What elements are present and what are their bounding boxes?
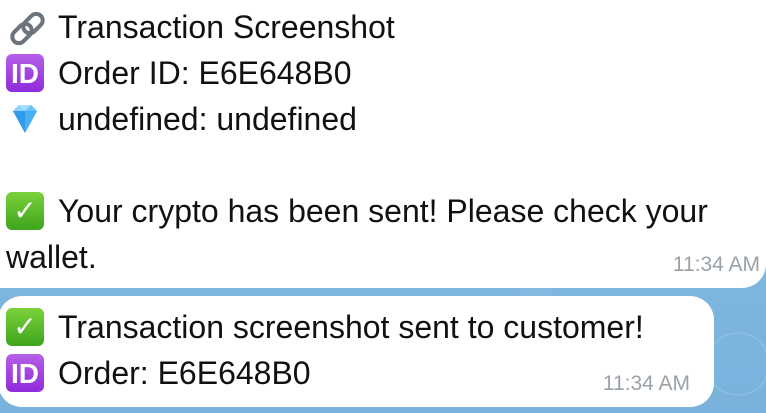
background-pattern <box>706 332 766 396</box>
message-bubble-confirmation[interactable]: ✓ Transaction screenshot sent to custome… <box>0 296 714 407</box>
message-line-order-id: ID Order ID: E6E648B0 <box>6 50 752 96</box>
undefined-value-text: undefined: undefined <box>58 101 357 137</box>
id-badge-icon: ID <box>6 54 44 92</box>
message-bubble-transaction[interactable]: Transaction Screenshot ID Order ID: E6E6… <box>0 0 766 288</box>
crypto-sent-text: Your crypto has been sent! Please check … <box>58 193 708 229</box>
message-title: Transaction Screenshot <box>58 9 395 45</box>
message-line-confirmation: ✓ Transaction screenshot sent to custome… <box>6 304 700 350</box>
message-timestamp: 11:34 AM <box>672 253 760 276</box>
check-icon: ✓ <box>6 308 44 346</box>
order-id-text: Order ID: E6E648B0 <box>58 55 352 91</box>
message-line-title: Transaction Screenshot <box>6 4 752 50</box>
link-icon <box>6 8 44 46</box>
order-text: Order: E6E648B0 <box>58 355 311 391</box>
confirmation-text: Transaction screenshot sent to customer! <box>58 309 644 345</box>
message-body: ✓ Your crypto has been sent! Please chec… <box>6 188 750 280</box>
check-icon: ✓ <box>6 192 44 230</box>
message-line-order: ID Order: E6E648B0 <box>6 350 700 396</box>
message-line-undefined: undefined: undefined <box>6 96 752 142</box>
message-timestamp: 11:34 AM <box>602 372 690 395</box>
message-body-line-1: ✓ Your crypto has been sent! Please chec… <box>6 188 750 234</box>
message-body-line-2: wallet. <box>6 234 750 280</box>
id-badge-icon: ID <box>6 354 44 392</box>
gem-icon <box>6 100 44 138</box>
wallet-text: wallet. <box>6 239 97 275</box>
